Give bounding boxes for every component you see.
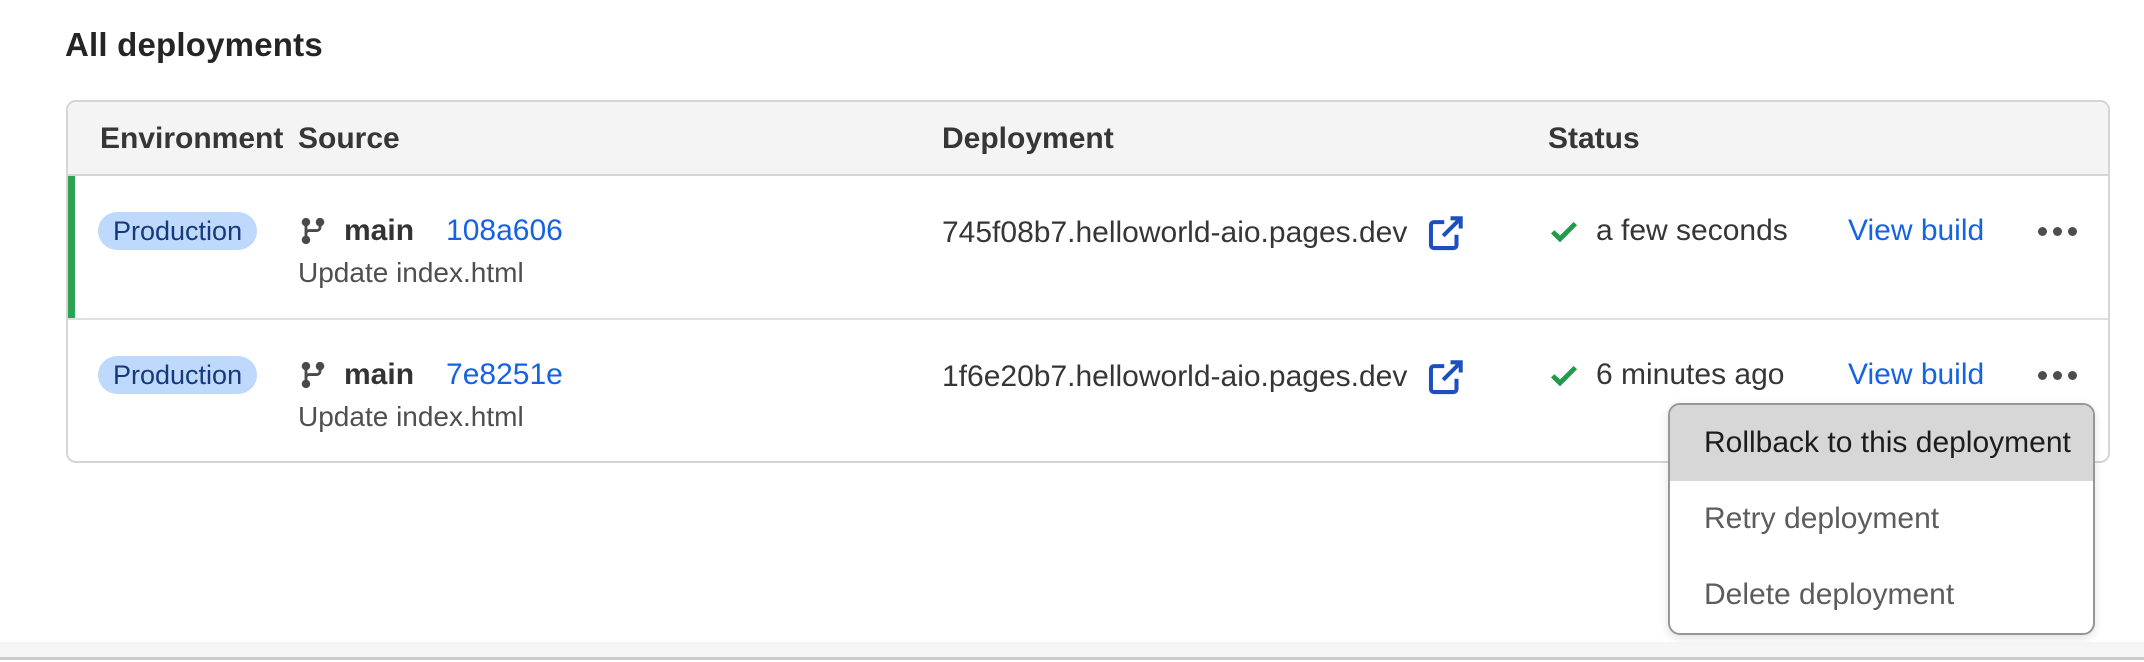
menu-item-retry[interactable]: Retry deployment [1670, 481, 2093, 557]
commit-link[interactable]: 7e8251e [446, 358, 563, 392]
menu-item-delete[interactable]: Delete deployment [1670, 557, 2093, 633]
source-cell: main 108a606 [298, 210, 563, 252]
git-branch-icon [298, 216, 328, 246]
ellipsis-icon [2038, 371, 2077, 380]
table-header-row: Environment Source Deployment Status [68, 102, 2108, 176]
deployment-time: a few seconds [1596, 214, 1788, 248]
deployment-time: 6 minutes ago [1596, 358, 1784, 392]
view-build-link[interactable]: View build [1848, 354, 1984, 396]
row-menu-button[interactable] [2022, 346, 2092, 404]
column-header-environment: Environment [100, 102, 283, 176]
deployments-page: All deployments Environment Source Deplo… [0, 0, 2144, 662]
external-link-icon[interactable] [1425, 356, 1467, 398]
ellipsis-icon [2038, 227, 2077, 236]
column-header-source: Source [298, 102, 400, 176]
view-build-link[interactable]: View build [1848, 210, 1984, 252]
table-row: Production main 108a606 Update index.htm… [68, 176, 2108, 318]
check-icon [1548, 359, 1580, 391]
source-cell: main 7e8251e [298, 354, 563, 396]
environment-badge: Production [98, 212, 257, 250]
deployment-url: 1f6e20b7.helloworld-aio.pages.dev [942, 360, 1407, 394]
deployment-url: 745f08b7.helloworld-aio.pages.dev [942, 216, 1407, 250]
check-icon [1548, 215, 1580, 247]
branch-name: main [344, 358, 414, 392]
commit-link[interactable]: 108a606 [446, 214, 563, 248]
row-menu-button[interactable] [2022, 202, 2092, 260]
menu-item-rollback[interactable]: Rollback to this deployment [1670, 405, 2093, 481]
commit-message: Update index.html [298, 256, 524, 290]
deployment-cell: 745f08b7.helloworld-aio.pages.dev [942, 210, 1467, 256]
status-cell: 6 minutes ago [1548, 354, 1784, 396]
active-deployment-indicator [68, 176, 75, 318]
status-cell: a few seconds [1548, 210, 1788, 252]
page-title: All deployments [65, 26, 323, 64]
column-header-deployment: Deployment [942, 102, 1114, 176]
section-divider [0, 657, 2144, 660]
branch-name: main [344, 214, 414, 248]
commit-message: Update index.html [298, 400, 524, 434]
deployment-cell: 1f6e20b7.helloworld-aio.pages.dev [942, 354, 1467, 400]
column-header-status: Status [1548, 102, 1640, 176]
environment-badge: Production [98, 356, 257, 394]
deployment-context-menu: Rollback to this deployment Retry deploy… [1668, 403, 2095, 635]
external-link-icon[interactable] [1425, 212, 1467, 254]
section-divider-band [0, 642, 2144, 657]
git-branch-icon [298, 360, 328, 390]
